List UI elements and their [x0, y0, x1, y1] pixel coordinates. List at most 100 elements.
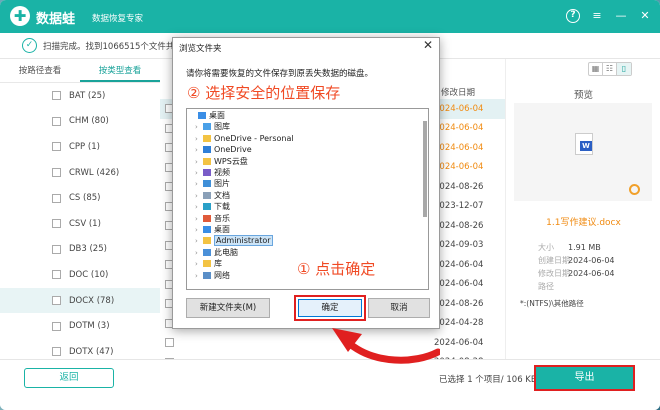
folder-tree-item[interactable]: › WPS云盘 [195, 157, 248, 168]
file-type-item[interactable]: BAT (25) [0, 83, 160, 109]
preview-meta-row: 路径 [538, 281, 568, 292]
checkbox[interactable] [52, 296, 61, 306]
folder-icon [203, 123, 211, 131]
back-button[interactable]: 返回 [24, 368, 114, 388]
row-modified-date: 2024-06-04 [434, 123, 484, 134]
row-modified-date: 2024-04-28 [434, 318, 484, 329]
preview-view-icon[interactable]: ▯ [617, 63, 631, 75]
file-type-item[interactable]: DOC (10) [0, 262, 160, 288]
folder-tree-item[interactable]: › OneDrive [195, 145, 252, 156]
export-button[interactable]: 导出 [534, 365, 635, 391]
expand-chevron-icon[interactable]: › [195, 202, 203, 213]
file-type-label: DOTX (47) [69, 346, 114, 357]
dialog-close-icon[interactable]: ✕ [423, 38, 433, 52]
expand-chevron-icon[interactable]: › [195, 225, 203, 236]
expand-chevron-icon[interactable]: › [195, 271, 203, 282]
row-modified-date: 2024-06-04 [434, 142, 484, 153]
folder-icon [198, 112, 206, 119]
view-mode-switch: ▦ ☷ ▯ [588, 62, 632, 76]
checkbox[interactable] [52, 219, 61, 229]
close-icon[interactable]: ✕ [638, 9, 652, 23]
cancel-button[interactable]: 取消 [368, 298, 430, 318]
folder-icon [203, 214, 211, 222]
row-modified-date: 2024-06-04 [434, 259, 484, 270]
expand-chevron-icon[interactable]: › [195, 248, 203, 259]
expand-chevron-icon[interactable]: › [195, 134, 203, 145]
expand-chevron-icon[interactable]: › [195, 236, 203, 247]
row-checkbox[interactable] [165, 338, 174, 348]
meta-key: 路径 [538, 282, 554, 291]
folder-tree-item[interactable]: › 此电脑 [195, 248, 238, 259]
folder-icon [203, 191, 211, 199]
file-type-item[interactable]: CPP (1) [0, 134, 160, 160]
row-modified-date: 2024-06-04 [434, 279, 484, 290]
folder-tree-item[interactable]: › Administrator [195, 235, 273, 247]
menu-icon[interactable]: ≡ [590, 9, 604, 23]
minimize-icon[interactable]: — [614, 9, 628, 23]
new-folder-button[interactable]: 新建文件夹(M) [186, 298, 270, 318]
checkbox[interactable] [52, 116, 61, 126]
expand-chevron-icon[interactable]: › [195, 191, 203, 202]
file-type-label: DOTM (3) [69, 321, 110, 332]
file-type-item[interactable]: DOTM (3) [0, 313, 160, 339]
folder-label: 此电脑 [214, 247, 238, 257]
ok-button[interactable]: 确定 [298, 299, 362, 317]
folder-tree-item[interactable]: › 音乐 [195, 214, 230, 225]
checkbox[interactable] [52, 270, 61, 280]
folder-icon [203, 226, 211, 233]
list-view-icon[interactable]: ☷ [603, 63, 617, 75]
hint-choose-location: ② 选择安全的位置保存 [187, 84, 341, 102]
file-type-item[interactable]: CS (85) [0, 185, 160, 211]
row-modified-date: 2024-09-03 [434, 240, 484, 251]
folder-tree-item[interactable]: 桌面 [190, 111, 225, 122]
tree-scrollbar-thumb[interactable] [423, 121, 427, 217]
folder-tree-item[interactable]: › 桌面 [195, 225, 230, 236]
expand-chevron-icon[interactable]: › [195, 259, 203, 270]
preview-meta-row: 大小 1.91 MB [538, 242, 601, 253]
file-type-item[interactable]: DB3 (25) [0, 237, 160, 263]
file-type-item[interactable]: DOCX (78) [0, 287, 160, 314]
checkbox[interactable] [52, 193, 61, 203]
zoom-icon[interactable] [629, 184, 640, 195]
meta-value: 2024-06-04 [568, 269, 615, 278]
folder-tree-item[interactable]: › 视频 [195, 168, 230, 179]
meta-key: 大小 [538, 243, 554, 252]
checkbox[interactable] [52, 142, 61, 152]
checkbox[interactable] [52, 347, 61, 357]
checkbox[interactable] [52, 321, 61, 331]
checkbox[interactable] [52, 168, 61, 178]
expand-chevron-icon[interactable]: › [195, 168, 203, 179]
column-header-modified[interactable]: 修改日期 [441, 86, 475, 98]
file-type-item[interactable]: CRWL (426) [0, 160, 160, 186]
expand-chevron-icon[interactable]: › [195, 157, 203, 168]
file-type-item[interactable]: CHM (80) [0, 109, 160, 135]
folder-icon [203, 237, 211, 245]
folder-tree-item[interactable]: › 网络 [195, 271, 230, 282]
row-modified-date: 2024-08-26 [434, 298, 484, 309]
expand-chevron-icon[interactable]: › [195, 179, 203, 190]
tab-by-path[interactable]: 按路径查看 [0, 59, 80, 82]
folder-label: 图片 [214, 179, 230, 189]
expand-chevron-icon[interactable]: › [195, 145, 203, 156]
expand-chevron-icon[interactable]: › [195, 214, 203, 225]
folder-tree-item[interactable]: › 图库 [195, 122, 230, 133]
file-type-label: CSV (1) [69, 218, 101, 229]
preview-meta-row: 创建日期2024-06-04 [538, 255, 615, 266]
preview-title: 预览 [573, 90, 593, 101]
help-icon[interactable]: ? [566, 9, 580, 23]
folder-tree-item[interactable]: › 下载 [195, 202, 230, 213]
grid-view-icon[interactable]: ▦ [589, 63, 603, 75]
folder-tree-item[interactable]: › OneDrive - Personal [195, 134, 294, 145]
expand-chevron-icon[interactable]: › [195, 122, 203, 133]
folder-tree-item[interactable]: › 图片 [195, 179, 230, 190]
selection-info: 已选择 1 个项目/ 106 KB [439, 375, 537, 385]
file-type-item[interactable]: CSV (1) [0, 211, 160, 237]
checkbox[interactable] [52, 244, 61, 254]
folder-tree-item[interactable]: › 文档 [195, 191, 230, 202]
check-circle-icon: ✓ [22, 38, 37, 53]
folder-tree-item[interactable]: › 库 [195, 259, 222, 270]
file-type-label: DOC (10) [69, 269, 109, 280]
file-type-label: BAT (25) [69, 90, 106, 101]
tab-by-type[interactable]: 按类型查看 [80, 59, 160, 82]
checkbox[interactable] [52, 91, 61, 101]
